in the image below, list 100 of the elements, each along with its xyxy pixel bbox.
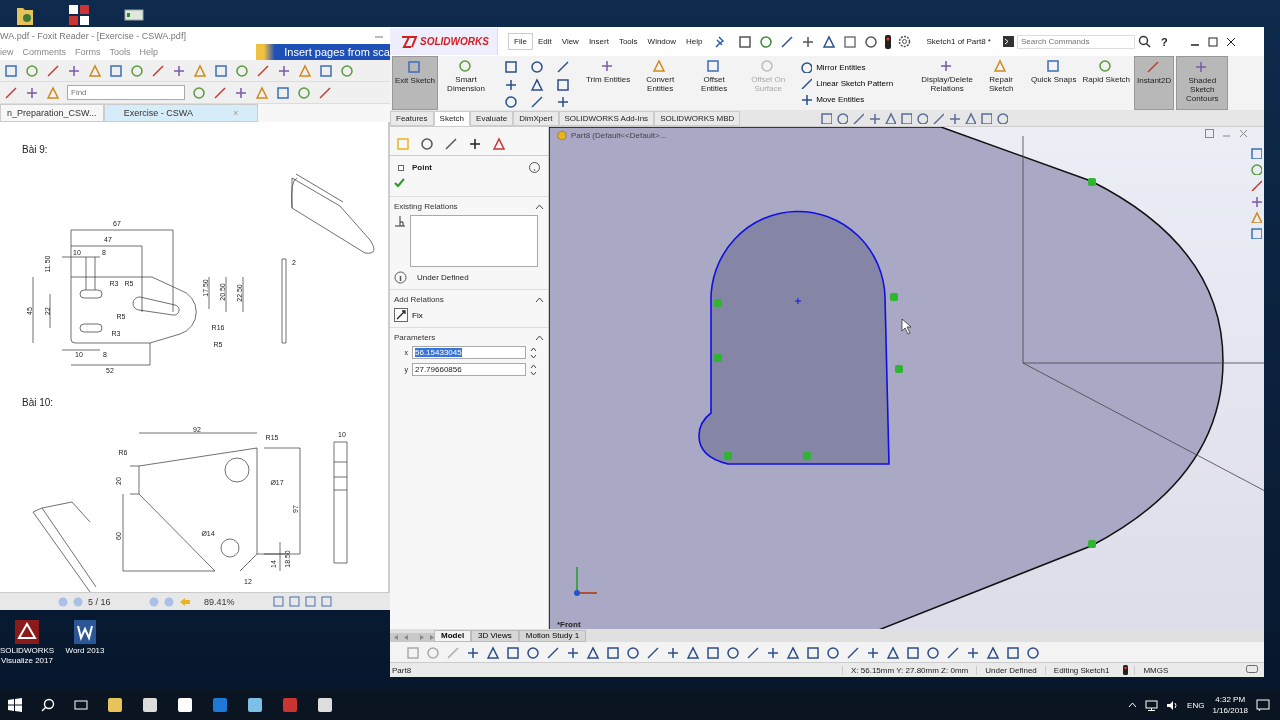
taskbar-app-icon[interactable] [177,697,193,713]
command-button[interactable]: Rapid Sketch [1080,56,1133,110]
pin-icon[interactable] [713,35,724,48]
menu-item[interactable]: Tools [109,47,131,57]
search-icon[interactable] [41,698,55,712]
toolbar-icon[interactable] [4,85,18,100]
relation-button[interactable]: Fix [394,308,544,322]
sketch-tool-icon[interactable] [530,77,544,92]
toolbar-icon[interactable] [586,645,599,659]
view-tool-icon[interactable] [836,112,849,124]
notification-icon[interactable] [1256,698,1270,712]
page-number-field[interactable]: 5 / 16 [88,596,144,607]
clock-time[interactable]: 4:32 PM [1215,694,1246,705]
menu-item[interactable]: Tools [613,34,643,49]
toolbar-icon[interactable] [926,645,939,659]
command-button[interactable]: Smart Dimension [440,56,492,110]
ribbon-tab[interactable]: DimXpert [513,111,559,126]
page-layout-icon[interactable] [305,596,316,607]
panel-tab-icon[interactable] [420,137,434,151]
toolbar-icon[interactable] [546,645,559,659]
command-button[interactable]: Convert Entities [634,56,687,110]
menu-item[interactable]: Forms [75,47,101,57]
document-tab[interactable]: n_Preparation_CSW... [0,104,104,122]
toolbar-icon[interactable] [866,645,879,659]
menu-item[interactable]: Window [642,34,682,49]
toolbar-icon[interactable] [766,645,779,659]
view-tool-icon[interactable] [852,112,865,124]
ribbon-tab[interactable]: Evaluate [470,111,514,126]
restore-icon[interactable] [1205,129,1214,138]
task-pane-icon[interactable] [1250,179,1262,191]
toolbar-icon[interactable] [821,34,836,49]
sketch-tool-icon[interactable] [556,77,570,92]
toolbar-icon[interactable] [826,645,839,659]
collapse-caret-icon[interactable] [535,334,544,341]
toolbar-icon[interactable] [526,645,539,659]
toolbar-icon[interactable] [806,645,819,659]
volume-icon[interactable] [1166,699,1180,711]
task-pane-icon[interactable] [1250,147,1262,159]
toolbar-icon[interactable] [966,645,979,659]
toolbar-icon[interactable] [946,645,959,659]
view-tool-icon[interactable] [868,112,881,124]
sketch-tool-icon[interactable] [530,60,544,74]
view-tool-icon[interactable] [932,112,945,124]
sketch-tool-icon[interactable] [504,95,518,110]
windows-start-icon[interactable] [8,698,22,712]
document-tab[interactable]: Exercise - CSWA × [104,104,258,122]
caret-icon[interactable] [1128,702,1138,708]
tree-item[interactable]: Part8 (Default<<Default>... [571,130,667,140]
command-button[interactable]: Trim Entities [584,56,633,110]
menu-item[interactable]: Insert [583,34,614,49]
spin-arrows-icon[interactable] [530,363,537,376]
help-button[interactable]: ? [1161,35,1168,48]
command-button[interactable]: Mirror Entities [800,61,894,73]
toolbar-icon[interactable] [1026,645,1039,659]
toolbar-icon[interactable] [706,645,719,659]
command-button[interactable]: Instant2D [1134,56,1175,110]
menu-item[interactable]: File [508,33,533,50]
view-tool-icon[interactable] [916,112,929,124]
maximize-icon[interactable] [1207,36,1218,47]
search-field[interactable]: Find [67,85,185,100]
page-layout-icon[interactable] [321,596,332,607]
help-icon[interactable] [529,162,540,173]
close-icon[interactable] [1225,36,1236,47]
toolbar-icon[interactable] [566,645,579,659]
panel-tab-icon[interactable] [492,137,506,151]
settings-icon[interactable] [897,35,911,48]
sketch-tool-icon[interactable] [504,60,518,74]
toolbar-icon[interactable] [800,34,815,49]
ribbon-tab[interactable]: Features [390,111,434,126]
toolbar-icon[interactable] [779,34,794,49]
sketch-tool-icon[interactable] [556,60,570,74]
desktop-icon-label[interactable]: Word 2013 [65,646,105,656]
toolbar-icon[interactable] [786,645,799,659]
network-icon[interactable] [1145,699,1159,711]
toolbar-icon[interactable] [318,85,332,100]
toolbar-icon[interactable] [986,645,999,659]
view-tool-icon[interactable] [996,112,1009,124]
ribbon-tab[interactable]: SOLIDWORKS MBD [654,111,741,126]
toolbar-icon[interactable] [686,645,699,659]
toolbar-icon[interactable] [886,645,899,659]
toolbar-icon[interactable] [726,645,739,659]
ribbon-tab[interactable]: SOLIDWORKS Add-Ins [558,111,655,126]
menu-item[interactable]: Comments [22,47,67,57]
toolbar-icon[interactable] [466,645,479,659]
view-tool-icon[interactable] [980,112,993,124]
command-button[interactable]: Quick Snaps [1029,56,1079,110]
command-button[interactable]: Display/Delete Relations [921,56,974,110]
sketch-tool-icon[interactable] [504,77,518,92]
command-button[interactable]: Move Entities [800,93,894,105]
page-layout-icon[interactable] [273,596,284,607]
panel-tab-icon[interactable] [444,137,458,151]
document-tab[interactable]: 3D Views [471,630,519,642]
chat-icon[interactable] [1246,665,1258,675]
command-button[interactable]: Exit Sketch [392,56,438,110]
toolbar-icon[interactable] [256,63,270,78]
toolbar-icon[interactable] [746,645,759,659]
toolbar-icon[interactable] [626,645,639,659]
command-button[interactable]: Offset Entities [688,56,741,110]
sketch-tool-icon[interactable] [530,95,544,110]
menu-item[interactable]: Help [139,47,159,57]
